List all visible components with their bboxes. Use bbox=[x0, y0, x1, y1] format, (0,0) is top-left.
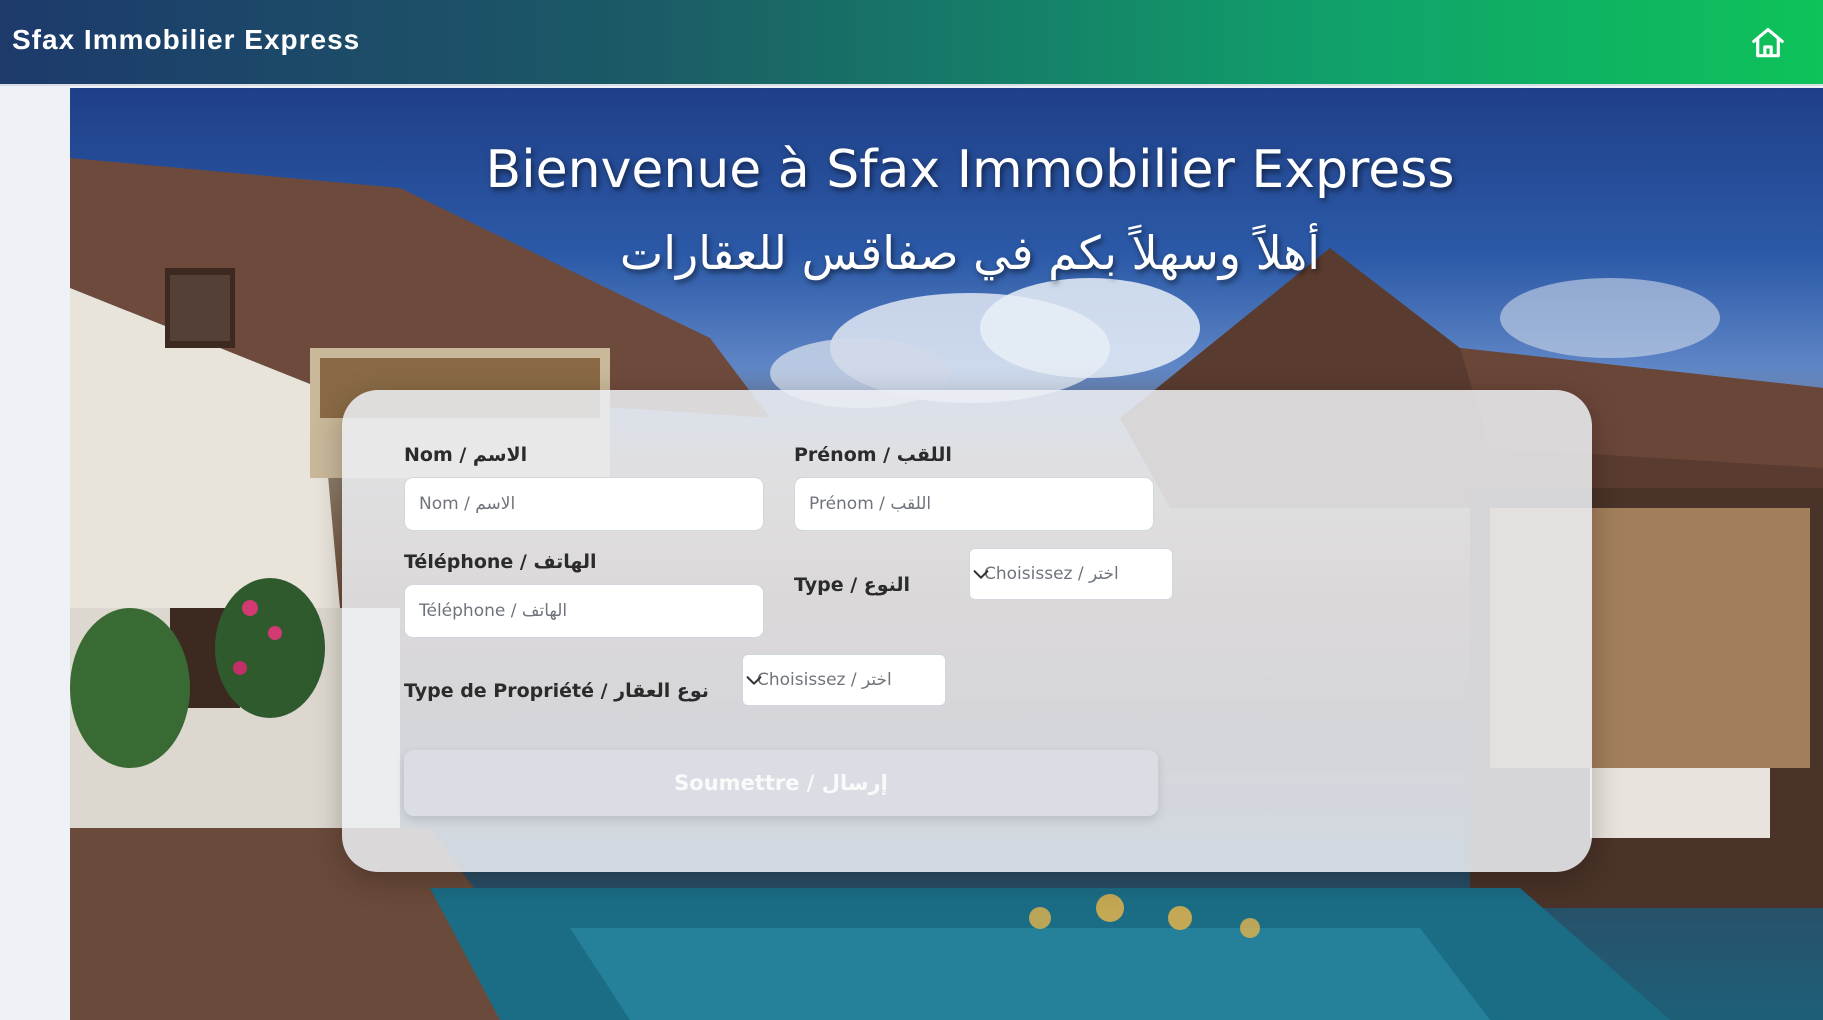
brand-title[interactable]: Sfax Immobilier Express bbox=[12, 24, 360, 56]
chevron-down-icon bbox=[746, 676, 762, 685]
telephone-input[interactable] bbox=[404, 584, 764, 638]
nom-input[interactable] bbox=[404, 477, 764, 531]
nom-label: Nom / الاسم bbox=[404, 444, 528, 466]
hero-section: Bienvenue à Sfax Immobilier Express أهلا… bbox=[70, 88, 1823, 1020]
chevron-down-icon bbox=[973, 570, 989, 579]
home-icon[interactable] bbox=[1749, 24, 1787, 62]
property-type-select-value: Choisissez / اختر bbox=[757, 670, 892, 690]
hero-title: Bienvenue à Sfax Immobilier Express bbox=[485, 140, 1455, 200]
property-type-select[interactable]: Choisissez / اختر bbox=[742, 654, 946, 706]
prenom-input[interactable] bbox=[794, 477, 1154, 531]
property-type-label: Type de Propriété / نوع العقار bbox=[404, 680, 709, 702]
prenom-label: Prénom / اللقب bbox=[794, 444, 952, 466]
type-select-value: Choisissez / اختر bbox=[984, 564, 1119, 584]
type-label: Type / النوع bbox=[794, 574, 911, 596]
top-navbar: Sfax Immobilier Express bbox=[0, 0, 1823, 86]
hero-subtitle: أهلاً وسهلاً بكم في صفاقس للعقارات bbox=[619, 226, 1321, 280]
type-select[interactable]: Choisissez / اختر bbox=[969, 548, 1173, 600]
contact-form-card: Nom / الاسم Prénom / اللقب Téléphone / ا… bbox=[342, 390, 1592, 872]
submit-button[interactable]: Soumettre / إرسال bbox=[404, 750, 1158, 816]
left-margin bbox=[0, 86, 70, 1020]
telephone-label: Téléphone / الهاتف bbox=[404, 551, 597, 573]
